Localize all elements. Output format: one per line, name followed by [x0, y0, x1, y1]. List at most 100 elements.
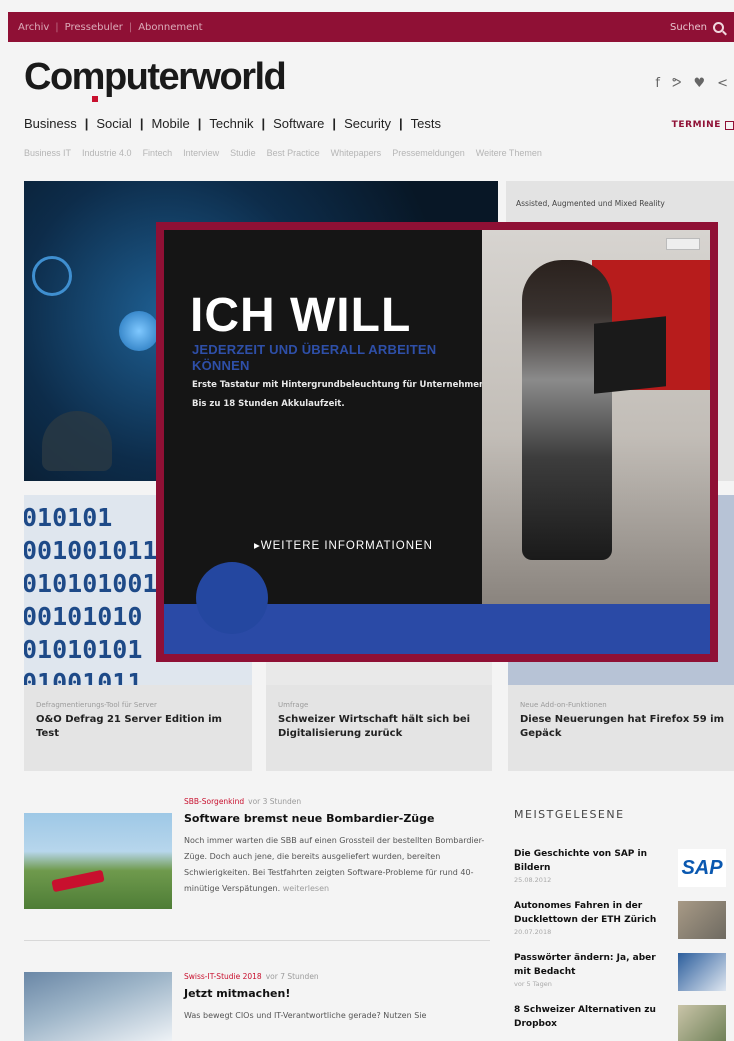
nav-tests[interactable]: Tests — [411, 116, 441, 131]
nav-social[interactable]: Social — [96, 116, 131, 131]
nav-software[interactable]: Software — [273, 116, 324, 131]
article-text: Swiss-IT-Studie 2018 vor 7 Stunden Jetzt … — [184, 972, 490, 1024]
subnav-item[interactable]: Pressemeldungen — [392, 148, 465, 158]
teaser-title[interactable]: Schweizer Wirtschaft hält sich bei Digit… — [278, 713, 482, 741]
most-read-thumbnail[interactable] — [678, 901, 726, 939]
article-body: Was bewegt CIOs und IT-Verantwortliche g… — [184, 1011, 427, 1020]
article-title[interactable]: Software bremst neue Bombardier-Züge — [184, 812, 490, 825]
ad-cta-label: WEITERE INFORMATIONEN — [260, 540, 433, 552]
calendar-icon — [725, 120, 734, 130]
social-links: f ᕗ ♥ < — [655, 76, 728, 91]
ad-subline: JEDERZEIT UND ÜBERALL ARBEITEN KÖNNEN — [192, 342, 437, 373]
most-read-thumbnail[interactable] — [678, 1005, 726, 1041]
teaser-card[interactable]: Neue Add-on-Funktionen Diese Neuerungen … — [508, 685, 734, 771]
subnav-item[interactable]: Studie — [230, 148, 256, 158]
article-item[interactable]: SBB-Sorgenkind vor 3 Stunden Software bre… — [24, 797, 490, 927]
ad-photo-person — [522, 260, 612, 560]
subnav-item[interactable]: Whitepapers — [331, 148, 382, 158]
ad-circle-shape — [196, 562, 268, 634]
share-icon[interactable]: < — [717, 76, 728, 91]
sub-navigation: Business IT Industrie 4.0 Fintech Interv… — [24, 148, 542, 158]
read-more-link[interactable]: weiterlesen — [283, 884, 329, 893]
subnav-item[interactable]: Industrie 4.0 — [82, 148, 132, 158]
termine-link[interactable]: TERMINE — [672, 120, 734, 130]
article-title[interactable]: Jetzt mitmachen! — [184, 987, 490, 1000]
rss-icon[interactable]: ᕗ — [672, 76, 681, 91]
most-read-item[interactable]: 8 Schweizer Alternativen zu Dropbox — [514, 1003, 734, 1041]
subnav-item[interactable]: Best Practice — [267, 148, 320, 158]
ad-photo-badge — [666, 238, 700, 250]
nav-security[interactable]: Security — [344, 116, 391, 131]
most-read-item[interactable]: Die Geschichte von SAP in Bildern 25.08.… — [514, 847, 734, 899]
article-time: vor 7 Stunden — [265, 972, 319, 981]
article-kicker: Swiss-IT-Studie 2018 vor 7 Stunden — [184, 972, 490, 981]
top-bar: Archiv | Pressebuler | Abonnement Suchen — [8, 12, 734, 42]
top-links: Archiv | Pressebuler | Abonnement — [18, 22, 203, 33]
hero-orb — [32, 256, 72, 296]
nav-technik[interactable]: Technik — [209, 116, 253, 131]
logo-accent-dot — [92, 96, 98, 102]
separator: | — [261, 116, 266, 131]
most-read-title[interactable]: Passwörter ändern: Ja, aber mit Bedacht — [514, 951, 666, 979]
top-link-abonnement[interactable]: Abonnement — [138, 22, 202, 33]
nav-business[interactable]: Business — [24, 116, 77, 131]
separator: | — [128, 21, 133, 33]
termine-label: TERMINE — [671, 120, 721, 130]
article-kicker-label: SBB-Sorgenkind — [184, 797, 245, 806]
article-thumbnail[interactable] — [24, 972, 172, 1041]
subnav-item[interactable]: Fintech — [143, 148, 173, 158]
subnav-item[interactable]: Weitere Themen — [476, 148, 542, 158]
hero-orb — [119, 311, 159, 351]
most-read-title[interactable]: Die Geschichte von SAP in Bildern — [514, 847, 666, 875]
teaser-title[interactable]: O&O Defrag 21 Server Edition im Test — [36, 713, 242, 741]
top-link-presse[interactable]: Pressebuler — [65, 22, 123, 33]
most-read-title[interactable]: Autonomes Fahren in der Ducklettown der … — [514, 899, 666, 927]
teaser-title[interactable]: Diese Neuerungen hat Firefox 59 im Gepäc… — [520, 713, 724, 741]
subnav-item[interactable]: Business IT — [24, 148, 71, 158]
article-kicker-label: Swiss-IT-Studie 2018 — [184, 972, 262, 981]
site-logo[interactable]: Computerworld — [24, 56, 287, 99]
article-divider — [24, 940, 490, 941]
hero-hand — [42, 411, 112, 471]
article-thumbnail[interactable] — [24, 813, 172, 909]
teaser-card[interactable]: Umfrage Schweizer Wirtschaft hält sich b… — [266, 685, 492, 771]
ad-overlay[interactable]: ICH WILL JEDERZEIT UND ÜBERALL ARBEITEN … — [156, 222, 718, 662]
ad-copy: Erste Tastatur mit Hintergrundbeleuchtun… — [192, 380, 489, 409]
search-button[interactable]: Suchen — [669, 21, 724, 33]
article-kicker: SBB-Sorgenkind vor 3 Stunden — [184, 797, 490, 806]
most-read-thumbnail[interactable] — [678, 953, 726, 991]
twitter-icon[interactable]: ♥ — [693, 76, 705, 91]
most-read-title[interactable]: 8 Schweizer Alternativen zu Dropbox — [514, 1003, 666, 1031]
most-read: MEISTGELESENE Die Geschichte von SAP in … — [514, 808, 734, 1041]
main-navigation: Business | Social | Mobile | Technik | Softw… — [24, 116, 441, 131]
ad-cta-button[interactable]: ▸WEITERE INFORMATIONEN — [254, 538, 433, 552]
separator: | — [55, 21, 59, 33]
most-read-item[interactable]: Passwörter ändern: Ja, aber mit Bedacht … — [514, 951, 734, 1003]
ad-photo — [482, 230, 710, 604]
separator: | — [197, 116, 202, 131]
binary-pattern: 010101 001001011 010101001 00101010 01010101… — [24, 503, 158, 685]
separator: | — [84, 116, 89, 131]
teaser-kicker: Defragmentierungs-Tool für Server — [36, 701, 157, 709]
ad-headline: ICH WILL — [190, 289, 412, 342]
article-item[interactable]: Swiss-IT-Studie 2018 vor 7 Stunden Jetzt … — [24, 972, 490, 1041]
teaser-card[interactable]: Defragmentierungs-Tool für Server O&O De… — [24, 685, 252, 771]
facebook-icon[interactable]: f — [655, 76, 660, 91]
teaser-kicker: Umfrage — [278, 701, 309, 709]
separator: | — [332, 116, 337, 131]
article-text: SBB-Sorgenkind vor 3 Stunden Software bre… — [184, 797, 490, 897]
teaser-kicker: Neue Add-on-Funktionen — [520, 701, 607, 709]
ad-photo-laptop — [594, 316, 666, 394]
nav-mobile[interactable]: Mobile — [151, 116, 189, 131]
ad-banner[interactable]: ICH WILL JEDERZEIT UND ÜBERALL ARBEITEN … — [164, 230, 710, 654]
side-feature-kicker: Assisted, Augmented und Mixed Reality — [516, 199, 665, 208]
article-time: vor 3 Stunden — [248, 797, 302, 806]
most-read-item[interactable]: Autonomes Fahren in der Ducklettown der … — [514, 899, 734, 951]
top-link-archiv[interactable]: Archiv — [18, 22, 49, 33]
article-body: Noch immer warten die SBB auf einen Gros… — [184, 833, 490, 897]
search-label: Suchen — [669, 21, 707, 33]
most-read-heading: MEISTGELESENE — [514, 808, 625, 821]
sap-logo[interactable]: SAP — [678, 849, 726, 887]
subnav-item[interactable]: Interview — [183, 148, 219, 158]
separator: | — [399, 116, 403, 131]
